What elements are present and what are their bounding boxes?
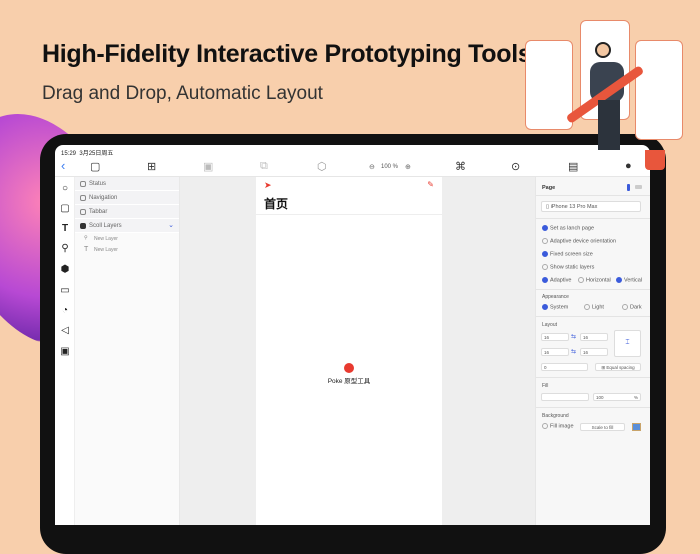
rectangle-tool-icon[interactable]: ▢ [59,203,71,215]
portrait-icon[interactable] [627,184,630,191]
zoom-out-icon[interactable]: ⊖ [369,163,375,171]
link-icon[interactable]: ⇆ [571,348,576,355]
edit-icon[interactable]: ✎ [427,180,434,189]
text-tool-icon[interactable]: T [59,223,71,235]
chevron-down-icon[interactable]: ⌄ [168,221,174,229]
opacity-input[interactable]: 100% [593,393,641,401]
tool-rail: ○ ▢ T ⚲ ⬢ ▭ ◔ ◁ ▣ [55,177,75,525]
nav-tool-icon[interactable]: ◁ [59,325,71,337]
search-tool-icon[interactable]: ⚲ [59,243,71,255]
spacing-input[interactable]: 0 [541,363,588,371]
navigation-icon [80,195,86,201]
clipboard-icon[interactable]: ▢ [90,160,100,173]
appearance-light[interactable]: Light [584,304,604,310]
padding-right[interactable]: 16 [580,348,608,356]
layer-tabbar[interactable]: Tabbar [75,205,179,219]
phone-artboard[interactable]: ➤ ✎ 首页 Poke 原型工具 [256,177,442,525]
equal-spacing-button[interactable]: ⊞ Equal spacing [595,363,641,371]
send-icon: ➤ [264,180,272,190]
document-icon[interactable]: ▤ [568,160,578,173]
sublayer-text[interactable]: T New Layer [75,244,179,255]
background-label: Background [542,413,569,419]
zoom-level: 100 % [381,164,399,170]
orientation-adaptive[interactable]: Adaptive [542,277,571,283]
option-static-layers[interactable]: Show static layers [542,264,594,270]
scroll-icon [80,223,86,229]
orientation-horizontal[interactable]: Horizontal [578,277,611,283]
option-adaptive-orientation[interactable]: Adaptive device orientation [542,238,616,244]
fill-label: Fill [542,383,549,389]
app-label: Poke 原型工具 [327,378,371,385]
fill-image-toggle[interactable]: Fill image [542,423,574,429]
appearance-dark[interactable]: Dark [622,304,642,310]
headline: High-Fidelity Interactive Prototyping To… [42,40,532,68]
play-icon[interactable]: ⊙ [511,160,520,173]
search-icon: ⚲ [84,235,88,241]
layers-panel: Status Navigation Tabbar Scoll Layers ⌄ ⚲… [75,177,180,525]
canvas: ➤ ✎ 首页 Poke 原型工具 [180,177,535,525]
page-title: 首页 [264,197,289,211]
text-icon: T [84,246,89,253]
ellipse-tool-icon[interactable]: ○ [59,183,71,195]
subheadline: Drag and Drop, Automatic Layout [42,83,323,104]
image-icon[interactable] [632,423,641,431]
group-icon[interactable]: ▣ [203,160,213,173]
orientation-vertical[interactable]: Vertical [616,277,642,283]
layer-scroll[interactable]: Scoll Layers ⌄ [75,219,179,233]
app-screen: 15:29 3月25日周五 ‹ ▢ ⊞ ▣ ⧉ ⬡ ⊖ 100 % ⊕ ⌘ ⊙ … [55,145,650,525]
layer-navigation[interactable]: Navigation [75,191,179,205]
component-icon[interactable]: ⬡ [317,160,327,173]
page-label: Page [542,185,556,191]
divider [256,214,442,215]
fill-color-input[interactable] [541,393,589,401]
ungroup-icon[interactable]: ⧉ [260,160,268,173]
slider-tool-icon[interactable]: ▭ [59,285,71,297]
tabbar-icon [80,209,86,215]
device-select[interactable]: ▯ iPhone 13 Pro Max [541,201,641,212]
chart-tool-icon[interactable]: ◔ [59,305,71,317]
option-fixed-size[interactable]: Fixed screen size [542,251,593,257]
option-launch-page[interactable]: Set as lanch page [542,225,594,231]
status-icon [80,181,86,187]
zoom-in-icon[interactable]: ⊕ [405,163,411,171]
appearance-system[interactable]: System [542,304,568,310]
add-image-icon[interactable]: ⊞ [147,160,156,173]
alignment-box[interactable]: ⌶ [614,330,641,357]
padding-left[interactable]: 16 [541,348,569,356]
tabbar-tool-icon[interactable]: ▣ [59,346,71,358]
padding-bottom[interactable]: 16 [580,333,608,341]
landscape-icon[interactable] [635,185,642,189]
layout-label: Layout [542,322,558,328]
padding-top[interactable]: 16 [541,333,569,341]
scale-to-fill-select[interactable]: Scale to fill [580,423,625,431]
illustration [520,10,700,170]
layer-status[interactable]: Status [75,177,179,191]
logo-dot [344,363,354,373]
inspector-panel: Page ▯ iPhone 13 Pro Max Set as lanch pa… [535,177,650,525]
link-icon[interactable]: ⇆ [571,333,576,340]
settings-icon[interactable]: ● [625,160,632,172]
back-icon[interactable]: ‹ [61,158,65,173]
cube-tool-icon[interactable]: ⬢ [59,264,71,276]
appearance-label: Appearance [542,294,569,300]
sublayer-search[interactable]: ⚲ New Layer [75,233,179,244]
command-icon[interactable]: ⌘ [455,160,466,173]
